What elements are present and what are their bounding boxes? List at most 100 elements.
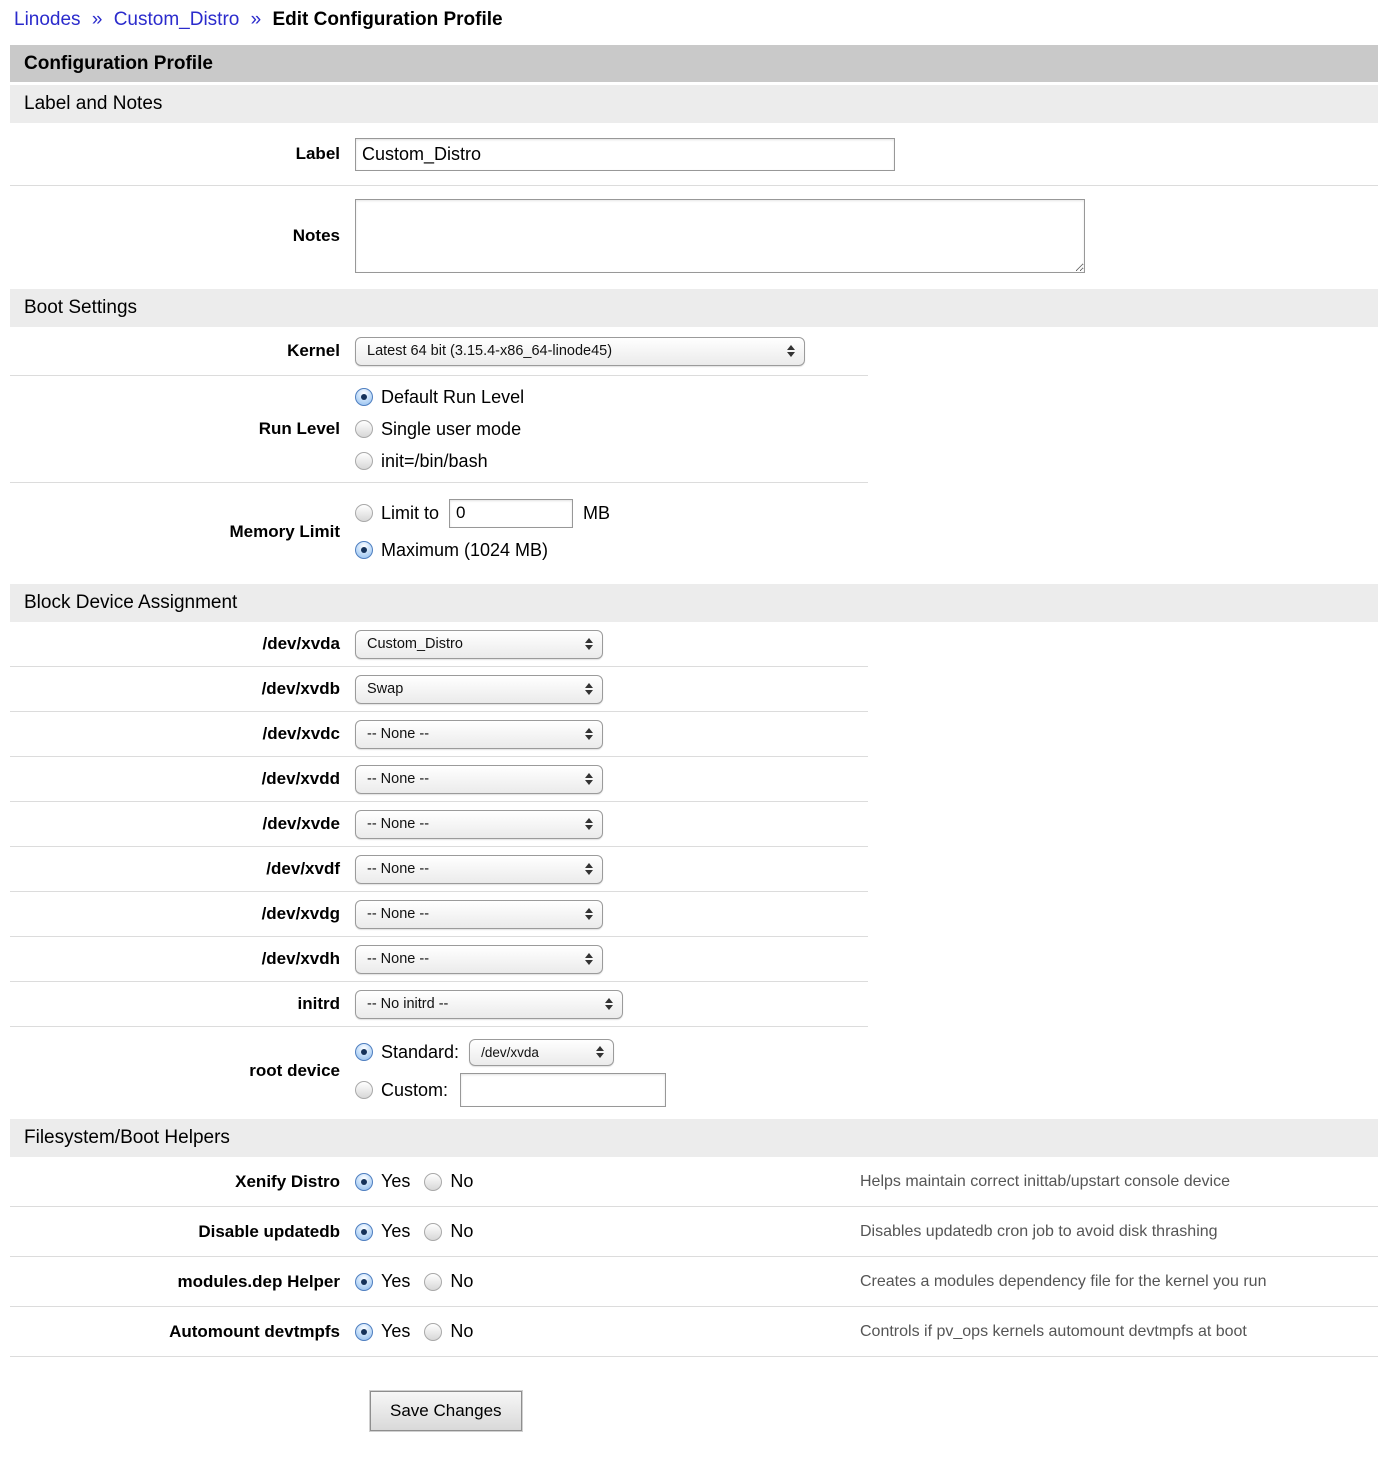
memory-limit-row: Memory Limit Limit to MB Maximum (1024 M… [10, 483, 1378, 580]
select-arrows-icon [577, 818, 593, 830]
breadcrumb: Linodes » Custom_Distro » Edit Configura… [0, 0, 1388, 41]
device-select-xvdc[interactable]: -- None -- [355, 720, 603, 749]
device-select-xvdd-value: -- None -- [367, 771, 429, 787]
no-label: No [450, 1171, 473, 1192]
select-arrows-icon [577, 728, 593, 740]
device-select-xvdf-value: -- None -- [367, 861, 429, 877]
breadcrumb-link-linodes[interactable]: Linodes [14, 9, 81, 30]
label-input[interactable] [355, 138, 895, 171]
row-divider [10, 1356, 1378, 1357]
automount-devtmpfs-help-text: Controls if pv_ops kernels automount dev… [860, 1323, 1247, 1341]
memory-limit-unit: MB [583, 503, 610, 524]
disable-updatedb-no-radio[interactable] [424, 1223, 442, 1241]
device-label-xvdf: /dev/xvdf [10, 859, 355, 879]
yes-label: Yes [381, 1221, 410, 1242]
select-arrows-icon [588, 1046, 604, 1058]
xenify-distro-no-radio[interactable] [424, 1173, 442, 1191]
helper-row-xenify-distro: Xenify Distro Yes No Helps maintain corr… [10, 1157, 1378, 1206]
disable-updatedb-label: Disable updatedb [10, 1222, 355, 1242]
root-device-select[interactable]: /dev/xvda [469, 1039, 614, 1066]
modules-dep-no-radio[interactable] [424, 1273, 442, 1291]
device-row-xvdd: /dev/xvdd -- None -- [10, 757, 1378, 801]
helper-row-modules-dep: modules.dep Helper Yes No Creates a modu… [10, 1257, 1378, 1306]
device-row-xvdh: /dev/xvdh -- None -- [10, 937, 1378, 981]
init-bin-bash-radio[interactable] [355, 452, 373, 470]
select-arrows-icon [577, 908, 593, 920]
maximum-memory-radio[interactable] [355, 541, 373, 559]
limit-to-radio[interactable] [355, 504, 373, 522]
label-row: Label [10, 123, 1378, 185]
device-select-xvdh[interactable]: -- None -- [355, 945, 603, 974]
device-label-xvdb: /dev/xvdb [10, 679, 355, 699]
run-level-label: Run Level [10, 419, 355, 439]
maximum-memory-label: Maximum (1024 MB) [381, 540, 548, 561]
root-standard-radio[interactable] [355, 1043, 373, 1061]
device-select-xvdb[interactable]: Swap [355, 675, 603, 704]
root-custom-radio[interactable] [355, 1081, 373, 1099]
helper-row-automount-devtmpfs: Automount devtmpfs Yes No Controls if pv… [10, 1307, 1378, 1356]
root-custom-input[interactable] [460, 1073, 666, 1107]
device-select-xvde-value: -- None -- [367, 816, 429, 832]
kernel-row: Kernel Latest 64 bit (3.15.4-x86_64-lino… [10, 327, 1378, 375]
configuration-profile-panel: Configuration Profile Label and Notes La… [10, 45, 1378, 1431]
device-row-xvdb: /dev/xvdb Swap [10, 667, 1378, 711]
helper-row-disable-updatedb: Disable updatedb Yes No Disables updated… [10, 1207, 1378, 1256]
device-label-xvda: /dev/xvda [10, 634, 355, 654]
disable-updatedb-help-text: Disables updatedb cron job to avoid disk… [860, 1223, 1218, 1241]
root-device-row: root device Standard: /dev/xvda Custom: [10, 1027, 1378, 1115]
device-select-xvdh-value: -- None -- [367, 951, 429, 967]
device-select-xvde[interactable]: -- None -- [355, 810, 603, 839]
yes-label: Yes [381, 1321, 410, 1342]
single-user-mode-radio[interactable] [355, 420, 373, 438]
initrd-select-value: -- No initrd -- [367, 996, 448, 1012]
kernel-label: Kernel [10, 341, 355, 361]
notes-textarea[interactable] [355, 199, 1085, 273]
default-run-level-radio[interactable] [355, 388, 373, 406]
modules-dep-yes-radio[interactable] [355, 1273, 373, 1291]
initrd-row: initrd -- No initrd -- [10, 982, 1378, 1026]
device-select-xvdf[interactable]: -- None -- [355, 855, 603, 884]
page-title: Edit Configuration Profile [273, 9, 503, 30]
notes-row: Notes [10, 186, 1378, 285]
save-changes-button[interactable]: Save Changes [370, 1391, 522, 1431]
yes-label: Yes [381, 1271, 410, 1292]
notes-field-label: Notes [10, 226, 355, 246]
automount-devtmpfs-label: Automount devtmpfs [10, 1322, 355, 1342]
breadcrumb-link-custom-distro[interactable]: Custom_Distro [114, 9, 240, 30]
single-user-mode-label: Single user mode [381, 419, 521, 440]
disable-updatedb-yes-radio[interactable] [355, 1223, 373, 1241]
device-select-xvdg-value: -- None -- [367, 906, 429, 922]
device-row-xvda: /dev/xvda Custom_Distro [10, 622, 1378, 666]
initrd-select[interactable]: -- No initrd -- [355, 990, 623, 1019]
device-row-xvdf: /dev/xvdf -- None -- [10, 847, 1378, 891]
device-select-xvdg[interactable]: -- None -- [355, 900, 603, 929]
root-custom-label: Custom: [381, 1080, 448, 1101]
device-label-xvdg: /dev/xvdg [10, 904, 355, 924]
device-row-xvdc: /dev/xvdc -- None -- [10, 712, 1378, 756]
label-field-label: Label [10, 144, 355, 164]
xenify-distro-yes-radio[interactable] [355, 1173, 373, 1191]
device-row-xvdg: /dev/xvdg -- None -- [10, 892, 1378, 936]
section-header-filesystem-boot-helpers: Filesystem/Boot Helpers [10, 1119, 1378, 1157]
select-arrows-icon [597, 998, 613, 1010]
root-standard-label: Standard: [381, 1042, 459, 1063]
select-arrows-icon [577, 863, 593, 875]
device-select-xvda[interactable]: Custom_Distro [355, 630, 603, 659]
automount-devtmpfs-no-radio[interactable] [424, 1323, 442, 1341]
device-select-xvdd[interactable]: -- None -- [355, 765, 603, 794]
select-arrows-icon [779, 345, 795, 357]
xenify-distro-label: Xenify Distro [10, 1172, 355, 1192]
memory-limit-input[interactable] [449, 499, 573, 528]
automount-devtmpfs-yes-radio[interactable] [355, 1323, 373, 1341]
kernel-select[interactable]: Latest 64 bit (3.15.4-x86_64-linode45) [355, 337, 805, 366]
init-bin-bash-label: init=/bin/bash [381, 451, 488, 472]
xenify-distro-help-text: Helps maintain correct inittab/upstart c… [860, 1173, 1230, 1191]
device-select-xvda-value: Custom_Distro [367, 636, 463, 652]
kernel-select-value: Latest 64 bit (3.15.4-x86_64-linode45) [367, 343, 612, 359]
device-row-xvde: /dev/xvde -- None -- [10, 802, 1378, 846]
breadcrumb-separator: » [251, 9, 262, 30]
device-label-xvde: /dev/xvde [10, 814, 355, 834]
default-run-level-label: Default Run Level [381, 387, 524, 408]
section-header-block-device-assignment: Block Device Assignment [10, 584, 1378, 622]
device-label-xvdc: /dev/xvdc [10, 724, 355, 744]
